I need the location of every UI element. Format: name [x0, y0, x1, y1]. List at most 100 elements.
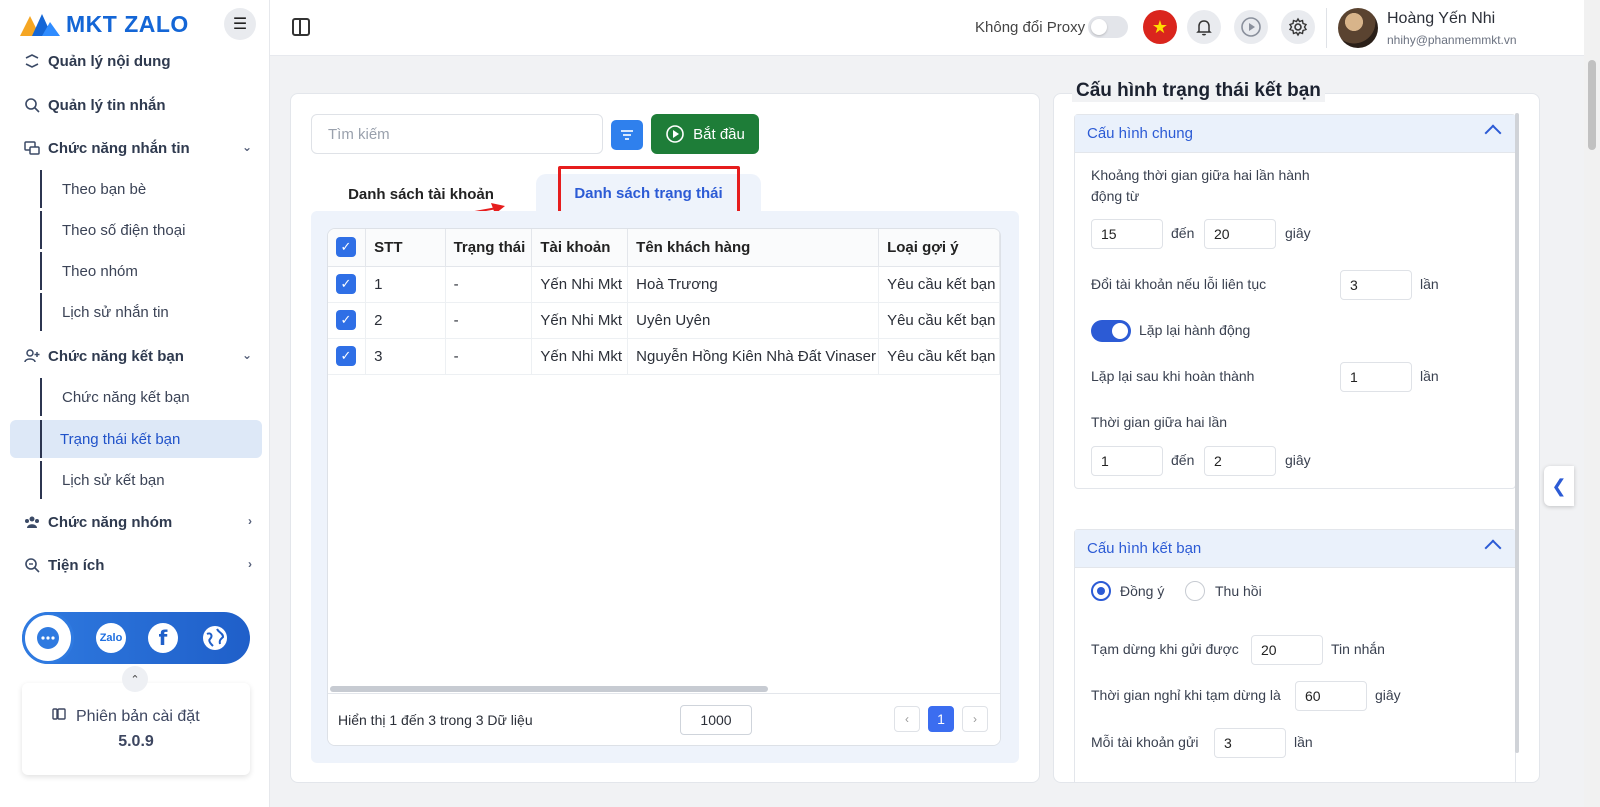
revoke-radio[interactable]: [1185, 581, 1205, 601]
logo[interactable]: MKT ZALO: [20, 10, 189, 38]
column-header[interactable]: Tên khách hàng: [627, 229, 880, 267]
hamburger-icon: ☰: [232, 16, 248, 33]
page-button-current[interactable]: 1: [928, 706, 954, 732]
switch-account-label: Đổi tài khoản nếu lỗi liên tục: [1091, 276, 1267, 292]
sidebar-sub-message-history[interactable]: Lịch sử nhắn tin: [40, 293, 266, 331]
window-scrollbar[interactable]: [1584, 0, 1600, 807]
per-account-label: Mỗi tài khoản gửi: [1091, 734, 1199, 750]
column-header[interactable]: Trạng thái: [445, 229, 533, 267]
globe-icon[interactable]: [200, 623, 230, 653]
row-checkbox-cell[interactable]: ✓: [328, 338, 367, 375]
avatar[interactable]: [1338, 8, 1378, 48]
repeat-action-switch[interactable]: [1091, 320, 1131, 342]
cell-stt: 3: [365, 338, 446, 375]
table-row[interactable]: ✓ 2 - Yến Nhi Mkt Uyên Uyên Yêu cầu kết …: [328, 302, 1000, 339]
proxy-toggle[interactable]: [1088, 16, 1128, 38]
switch-account-input[interactable]: 3: [1340, 270, 1412, 300]
version-number: 5.0.9: [118, 733, 154, 750]
sidebar-item-messaging[interactable]: Chức năng nhắn tin ⌄: [10, 129, 266, 167]
sidebar-sub-label: Theo số điện thoại: [62, 221, 186, 239]
collapse-up-button[interactable]: ⌃: [122, 666, 148, 692]
input-value: 1: [1350, 369, 1358, 385]
interval-to-input[interactable]: 20: [1204, 219, 1276, 249]
accept-radio[interactable]: [1091, 581, 1111, 601]
config-title: Cấu hình trạng thái kết bạn: [1072, 80, 1325, 102]
filter-button[interactable]: [611, 120, 643, 150]
cell-account: Yến Nhi Mkt: [531, 302, 629, 339]
interval-from-input[interactable]: 15: [1091, 219, 1163, 249]
per-account-input[interactable]: 3: [1214, 728, 1286, 758]
column-header[interactable]: STT: [365, 229, 446, 267]
select-all-checkbox[interactable]: ✓: [336, 237, 356, 258]
support-icon[interactable]: [22, 612, 74, 664]
horizontal-scrollbar[interactable]: [330, 686, 768, 692]
sidebar-item-group[interactable]: Chức năng nhóm ›: [10, 503, 266, 541]
next-page-button[interactable]: ›: [962, 706, 988, 732]
sidebar-sub-friend-status[interactable]: Trạng thái kết bạn: [10, 420, 262, 458]
cell-status: -: [445, 338, 533, 375]
row-checkbox-cell[interactable]: ✓: [328, 266, 367, 303]
rest-label: Thời gian nghỉ khi tạm dừng là: [1091, 687, 1281, 703]
between-from-input[interactable]: 1: [1091, 446, 1163, 476]
page-size-value: 1000: [700, 712, 732, 728]
scrollbar-thumb[interactable]: [1588, 60, 1596, 150]
sidebar-sub-group[interactable]: Theo nhóm: [40, 252, 266, 290]
interval-label: Khoảng thời gian giữa hai lần hành động …: [1091, 167, 1310, 204]
input-value: 60: [1305, 688, 1321, 704]
column-header[interactable]: Loại gợi ý: [878, 229, 1000, 267]
chat-icon: [22, 138, 42, 158]
side-drawer-toggle[interactable]: ❮: [1544, 466, 1574, 506]
zalo-icon[interactable]: Zalo: [96, 623, 126, 653]
facebook-icon[interactable]: f: [148, 623, 178, 653]
language-vn-flag-icon[interactable]: ★: [1143, 10, 1177, 44]
between-label: Thời gian giữa hai lần: [1091, 414, 1228, 430]
rest-input[interactable]: 60: [1295, 681, 1367, 711]
user-add-icon: [22, 346, 42, 366]
between-to-input[interactable]: 2: [1204, 446, 1276, 476]
cell-customer: Nguyễn Hồng Kiên Nhà Đất Vinaser: [627, 338, 880, 375]
play-video-icon[interactable]: [1234, 10, 1268, 44]
utility-icon: [22, 555, 42, 575]
pagination-summary: Hiển thị 1 đến 3 trong 3 Dữ liệu: [338, 712, 533, 728]
row-checkbox-cell[interactable]: ✓: [328, 302, 367, 339]
general-config-header[interactable]: Cấu hình chung: [1075, 115, 1515, 153]
row-checkbox[interactable]: ✓: [336, 346, 356, 366]
sidebar-sub-friends[interactable]: Theo bạn bè: [40, 170, 266, 208]
friend-config-header[interactable]: Cấu hình kết bạn: [1075, 530, 1515, 568]
cell-customer: Hoà Trương: [627, 266, 880, 303]
input-value: 15: [1101, 226, 1117, 242]
column-header[interactable]: Tài khoản: [531, 229, 629, 267]
brand-name: MKT ZALO: [66, 10, 189, 37]
sidebar-item-content[interactable]: Quản lý nội dung: [10, 42, 266, 80]
table-row[interactable]: ✓ 1 - Yến Nhi Mkt Hoà Trương Yêu cầu kết…: [328, 266, 1000, 303]
notification-bell-icon[interactable]: [1187, 10, 1221, 44]
table-header-row: ✓ STT Trạng thái Tài khoản Tên khách hàn…: [328, 229, 1000, 267]
config-scrollbar[interactable]: [1515, 113, 1519, 753]
seconds-label: giây: [1285, 225, 1311, 241]
cell-status: -: [445, 266, 533, 303]
prev-page-button[interactable]: ‹: [894, 706, 920, 732]
start-button[interactable]: Bắt đầu: [651, 114, 759, 154]
sidebar-item-utility[interactable]: Tiện ích ›: [10, 546, 266, 584]
menu-toggle-button[interactable]: ☰: [224, 8, 256, 40]
sidebar-item-friend[interactable]: Chức năng kết bạn ⌄: [10, 337, 266, 375]
table-row[interactable]: ✓ 3 - Yến Nhi Mkt Nguyễn Hồng Kiên Nhà Đ…: [328, 338, 1000, 375]
search-placeholder: Tìm kiếm: [328, 125, 390, 143]
repeat-action-label: Lặp lại hành động: [1139, 322, 1251, 338]
layout-toggle-icon[interactable]: [292, 18, 310, 36]
chevron-right-icon: ›: [248, 514, 252, 528]
chevron-right-icon: ›: [248, 557, 252, 571]
sidebar-sub-friend-history[interactable]: Lịch sử kết bạn: [40, 461, 266, 499]
sidebar-sub-friend-function[interactable]: Chức năng kết bạn: [40, 378, 266, 416]
sidebar-item-messages[interactable]: Quản lý tin nhắn: [10, 86, 266, 124]
select-all-cell[interactable]: ✓: [328, 229, 367, 267]
repeat-after-input[interactable]: 1: [1340, 362, 1412, 392]
search-input[interactable]: Tìm kiếm: [311, 114, 603, 154]
row-checkbox[interactable]: ✓: [336, 274, 356, 294]
start-button-label: Bắt đầu: [693, 125, 745, 143]
sidebar-sub-phone[interactable]: Theo số điện thoại: [40, 211, 266, 249]
settings-gear-icon[interactable]: [1281, 10, 1315, 44]
row-checkbox[interactable]: ✓: [336, 310, 356, 330]
page-size-input[interactable]: 1000: [680, 705, 752, 735]
pause-input[interactable]: 20: [1251, 635, 1323, 665]
